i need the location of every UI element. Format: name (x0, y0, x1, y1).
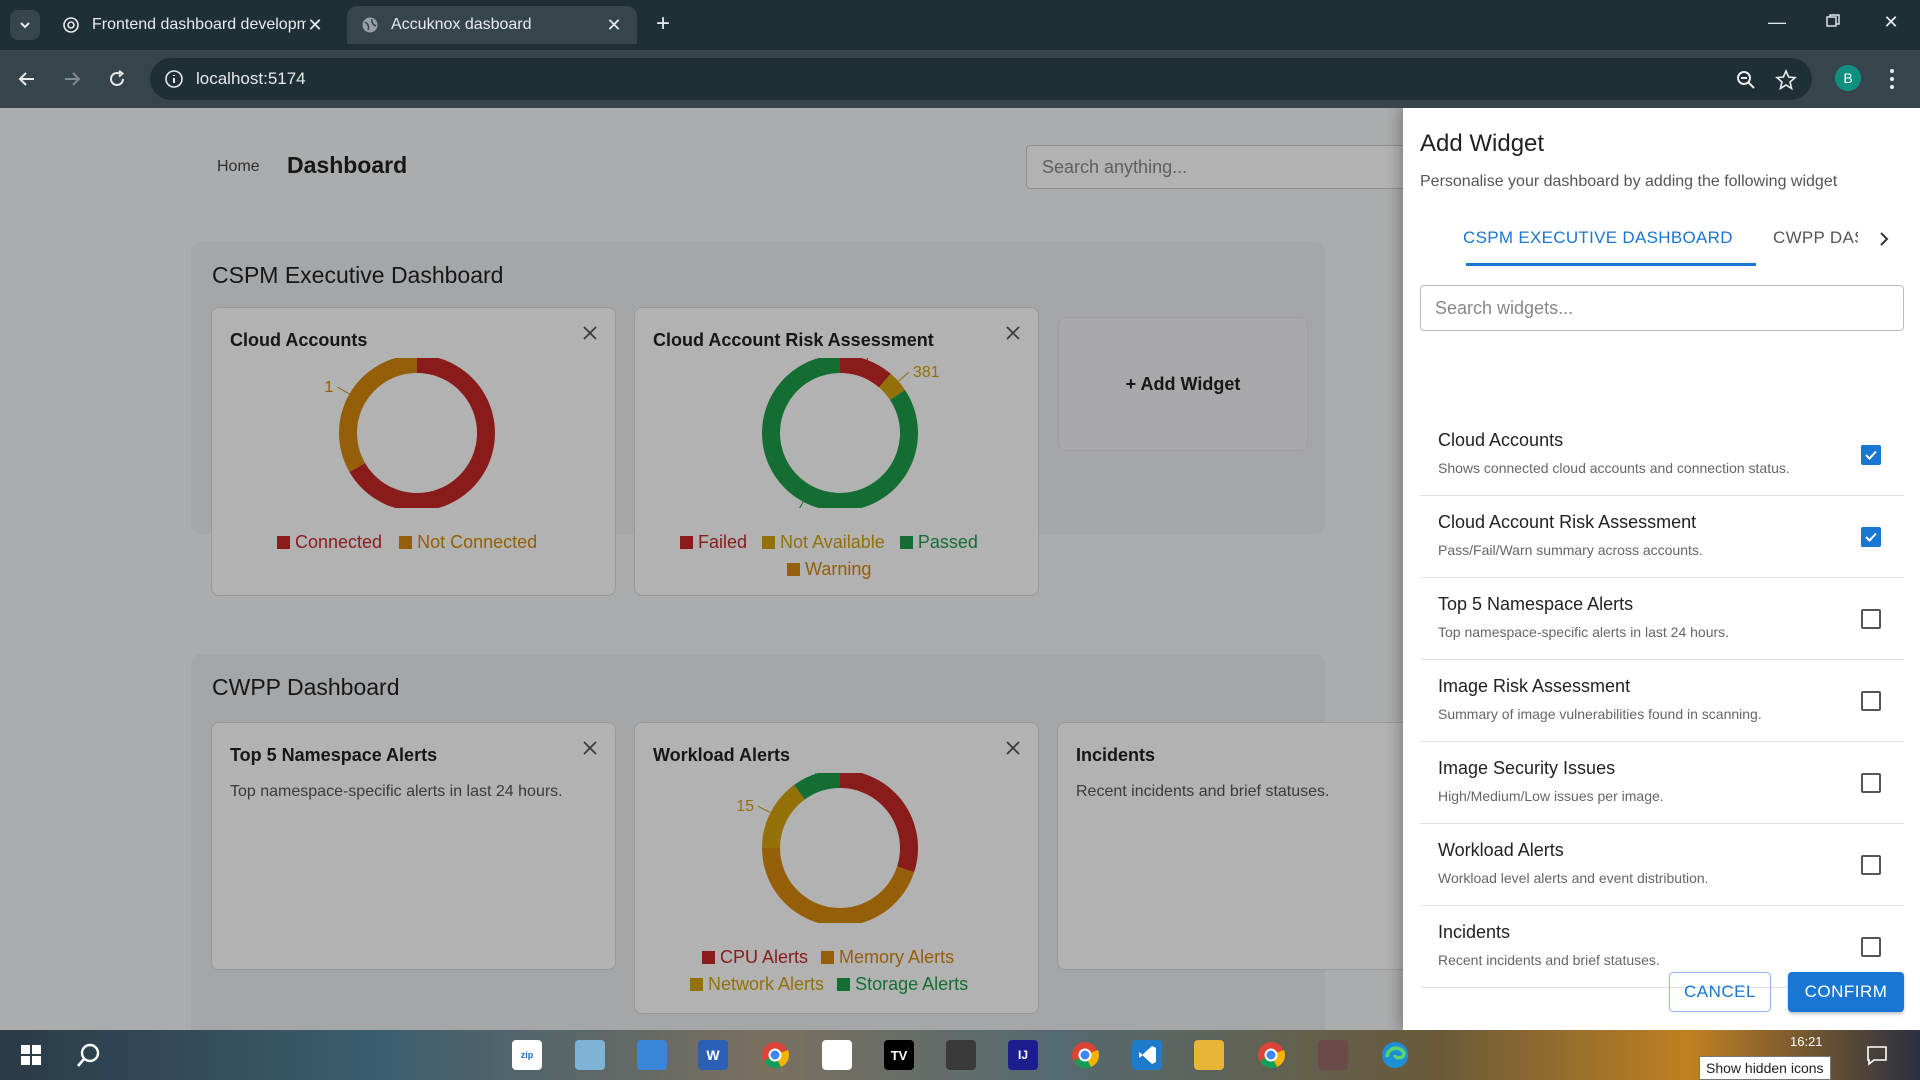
widget-option-name: Cloud Account Risk Assessment (1438, 512, 1697, 532)
widget-search-input[interactable]: Search widgets... (1420, 285, 1904, 331)
drawer-title: Add Widget (1420, 130, 1545, 157)
windows-start-icon[interactable] (16, 1040, 46, 1070)
checkbox[interactable] (1861, 937, 1881, 957)
app-icon[interactable] (575, 1040, 605, 1070)
widget-option-workload-alerts[interactable]: Workload Alerts Workload level alerts an… (1420, 824, 1904, 906)
minimize-icon[interactable]: — (1762, 12, 1792, 33)
widget-option-desc: High/Medium/Low issues per image. (1438, 788, 1664, 804)
chrome-profile-icon[interactable] (1070, 1040, 1100, 1070)
git-app-icon[interactable] (946, 1040, 976, 1070)
edge-icon[interactable] (1380, 1040, 1410, 1070)
browser-tab-strip: Frontend dashboard developme ✕ Accuknox … (0, 0, 1920, 50)
checkbox[interactable] (1861, 609, 1881, 629)
vscode-icon[interactable] (1132, 1040, 1162, 1070)
check-icon (1865, 532, 1877, 542)
checkbox[interactable] (1861, 691, 1881, 711)
tradingview-icon[interactable]: TV (884, 1040, 914, 1070)
drawer-subtitle: Personalise your dashboard by adding the… (1420, 173, 1838, 190)
address-bar-row: localhost:5174 B (0, 50, 1920, 108)
widget-option-image-security[interactable]: Image Security Issues High/Medium/Low is… (1420, 742, 1904, 824)
tab-close-icon[interactable]: ✕ (605, 15, 623, 36)
forward-icon[interactable] (59, 66, 85, 92)
notification-icon[interactable] (1862, 1040, 1892, 1070)
widget-option-name: Incidents (1438, 922, 1511, 942)
widget-option-cloud-accounts[interactable]: Cloud Accounts Shows connected cloud acc… (1420, 414, 1904, 496)
globe-icon (361, 16, 379, 34)
check-icon (1865, 450, 1877, 460)
checkbox[interactable] (1861, 773, 1881, 793)
restore-icon[interactable] (1818, 12, 1848, 33)
clock-time[interactable]: 16:21 (1790, 1034, 1823, 1049)
widget-option-name: Workload Alerts (1438, 840, 1564, 860)
hidden-icons-tooltip: Show hidden icons (1699, 1056, 1831, 1080)
widget-option-image-risk[interactable]: Image Risk Assessment Summary of image v… (1420, 660, 1904, 742)
browser-menu-icon[interactable] (1884, 64, 1900, 94)
file-explorer-icon[interactable] (1194, 1040, 1224, 1070)
tab-close-icon[interactable]: ✕ (306, 15, 324, 36)
url-text[interactable]: localhost:5174 (196, 69, 306, 89)
widget-option-desc: Recent incidents and brief statuses. (1438, 952, 1660, 968)
cancel-button[interactable]: CANCEL (1669, 972, 1771, 1012)
widget-option-desc: Pass/Fail/Warn summary across accounts. (1438, 542, 1703, 558)
widget-option-desc: Shows connected cloud accounts and conne… (1438, 460, 1790, 476)
active-tab-indicator (1466, 263, 1756, 266)
widget-option-desc: Top namespace-specific alerts in last 24… (1438, 624, 1730, 640)
checkbox[interactable] (1861, 855, 1881, 875)
intellij-icon[interactable]: IJ (1008, 1040, 1038, 1070)
browser-tab-frontend[interactable]: Frontend dashboard developme ✕ (48, 6, 338, 44)
taskbar: zip W TV IJ 16:21 (0, 1030, 1920, 1080)
search-icon[interactable] (74, 1040, 104, 1070)
tab-title: Frontend dashboard developme (92, 16, 306, 33)
widget-option-name: Cloud Accounts (1438, 430, 1564, 450)
browser-tab-accuknox[interactable]: Accuknox dasboard ✕ (347, 6, 637, 44)
site-info-icon[interactable] (164, 69, 184, 89)
chrome-icon[interactable] (760, 1040, 790, 1070)
widget-option-desc: Workload level alerts and event distribu… (1438, 870, 1709, 886)
widget-option-desc: Summary of image vulnerabilities found i… (1438, 706, 1762, 722)
zoom-app-icon[interactable]: zip (512, 1040, 542, 1070)
window-close-icon[interactable]: ✕ (1876, 12, 1906, 33)
add-widget-drawer: Add Widget Personalise your dashboard by… (1403, 108, 1920, 1030)
chevron-right-icon[interactable] (1875, 230, 1893, 248)
reload-icon[interactable] (104, 66, 130, 92)
widget-option-cloud-account-risk[interactable]: Cloud Account Risk Assessment Pass/Fail/… (1420, 496, 1904, 578)
tab-search-button[interactable] (10, 10, 40, 40)
checkbox[interactable] (1861, 527, 1881, 547)
tab-cwpp[interactable]: CWPP DAS (1773, 228, 1858, 248)
widget-option-name: Top 5 Namespace Alerts (1438, 594, 1634, 614)
widget-option-name: Image Security Issues (1438, 758, 1616, 778)
files-app-icon[interactable] (637, 1040, 667, 1070)
openai-icon (62, 16, 80, 34)
bookmark-star-icon[interactable] (1775, 69, 1797, 91)
tab-title: Accuknox dasboard (391, 16, 532, 33)
word-icon[interactable]: W (698, 1040, 728, 1070)
back-icon[interactable] (14, 66, 40, 92)
widget-option-name: Image Risk Assessment (1438, 676, 1631, 696)
notepad-icon[interactable] (822, 1040, 852, 1070)
confirm-button[interactable]: CONFIRM (1788, 972, 1904, 1012)
app-icon[interactable] (1318, 1040, 1348, 1070)
checkbox[interactable] (1861, 445, 1881, 465)
profile-avatar[interactable]: B (1835, 65, 1861, 91)
zoom-icon[interactable] (1735, 69, 1757, 91)
chevron-down-icon (20, 22, 30, 29)
tab-cspm[interactable]: CSPM EXECUTIVE DASHBOARD (1463, 228, 1733, 248)
chrome-active-icon[interactable] (1256, 1040, 1286, 1070)
widget-option-top5-namespace[interactable]: Top 5 Namespace Alerts Top namespace-spe… (1420, 578, 1904, 660)
page-viewport: Home Dashboard Search anything... CSPM E… (0, 108, 1920, 1030)
omnibox[interactable]: localhost:5174 (150, 58, 1812, 100)
new-tab-button[interactable]: + (650, 12, 676, 38)
